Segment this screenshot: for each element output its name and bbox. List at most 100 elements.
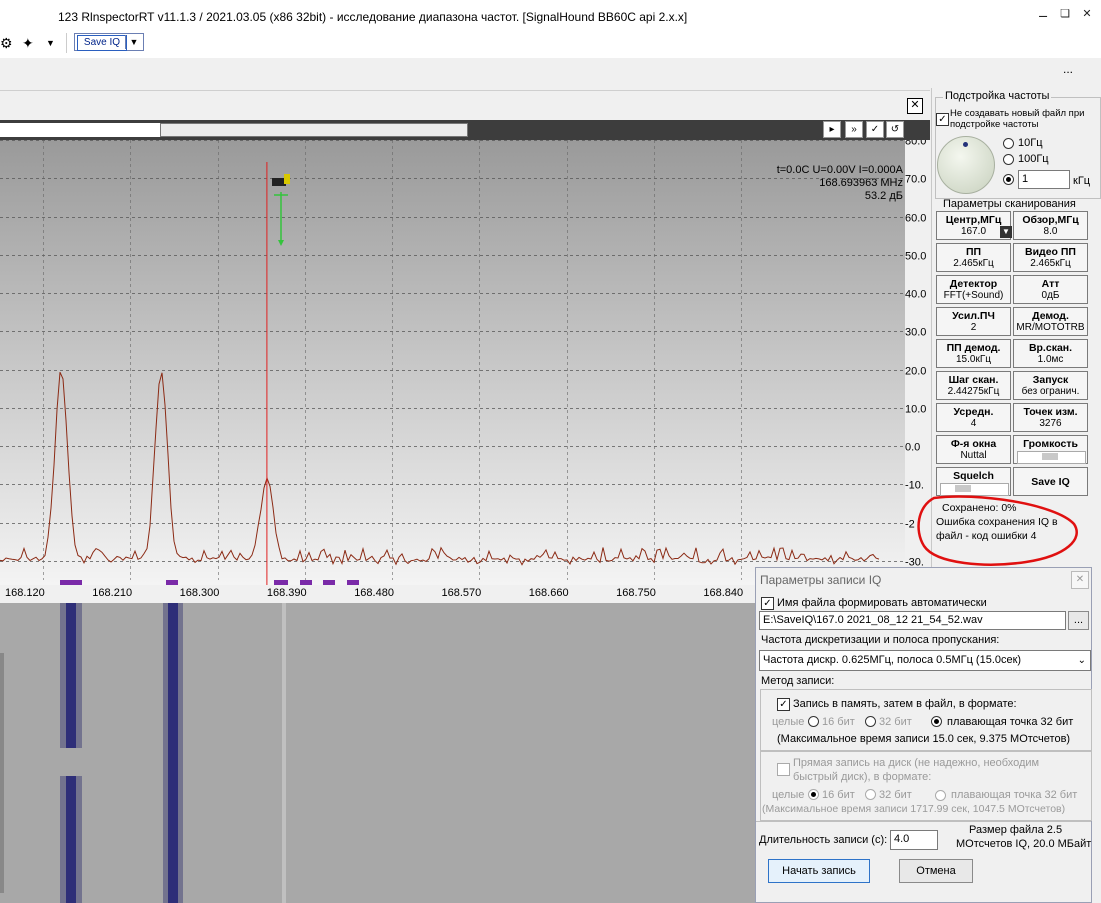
- disk-16bit-radio[interactable]: [808, 789, 819, 800]
- scan-button-5[interactable]: Детектор FFT(+Sound): [936, 275, 1011, 304]
- scan-button-value: 8.0: [1043, 226, 1058, 237]
- y-tick-label: -10.: [905, 480, 924, 492]
- x-tick-label: 168.480: [354, 587, 394, 599]
- disk-16bit-label: 16 бит: [822, 789, 855, 801]
- readout-line-3: 53.2 дБ: [865, 190, 903, 202]
- scan-button-7[interactable]: Усил.ПЧ 2: [936, 307, 1011, 336]
- restore-button[interactable]: ❏: [1058, 8, 1072, 20]
- waterfall-gap: [60, 748, 82, 776]
- fast-forward-icon[interactable]: »: [845, 121, 863, 138]
- spectrum-scroll-thumb[interactable]: [160, 123, 468, 137]
- save-iq-dropdown[interactable]: Save IQ ▼: [74, 33, 144, 51]
- scan-button-title: Усредн.: [953, 406, 994, 418]
- start-record-button[interactable]: Начать запись: [768, 859, 870, 883]
- scan-button-value: 3276: [1039, 418, 1062, 429]
- next-icon[interactable]: ▸: [823, 121, 841, 138]
- no-new-file-checkbox[interactable]: ✓: [936, 113, 949, 126]
- scan-button-12[interactable]: Запуск без огранич.: [1013, 371, 1088, 400]
- scan-button-6[interactable]: Атт 0дБ: [1013, 275, 1088, 304]
- browse-button[interactable]: ...: [1068, 611, 1089, 630]
- tuning-title: Подстройка частоты: [943, 90, 1052, 102]
- scan-button-11[interactable]: Шаг скан. 2.44275кГц: [936, 371, 1011, 400]
- scan-button-3[interactable]: ПП 2.465кГц: [936, 243, 1011, 272]
- scan-button-title: Видео ПП: [1025, 246, 1076, 258]
- scan-button-title: Squelch: [953, 470, 994, 482]
- mem-float32-radio[interactable]: [931, 716, 942, 727]
- volume-slider[interactable]: [1017, 451, 1086, 464]
- scan-button-4[interactable]: Видео ПП 2.465кГц: [1013, 243, 1088, 272]
- scan-button-10[interactable]: Вр.скан. 1.0мс: [1013, 339, 1088, 368]
- overflow-menu[interactable]: ...: [1063, 62, 1073, 76]
- dialog-title: Параметры записи IQ: [760, 573, 882, 587]
- save-iq-dropdown-label[interactable]: Save IQ: [77, 35, 127, 51]
- tuning-knob[interactable]: [937, 136, 995, 194]
- mem-16bit-label: 16 бит: [822, 716, 855, 728]
- y-tick-label: 60.0: [905, 213, 926, 225]
- chevron-down-icon[interactable]: ▼: [1000, 226, 1012, 238]
- auto-name-checkbox[interactable]: ✓: [761, 597, 774, 610]
- scan-button-8[interactable]: Демод. MR/MOTOTRB: [1013, 307, 1088, 336]
- slider-thumb[interactable]: [1042, 453, 1058, 460]
- sample-rate-label: Частота дискретизации и полоса пропускан…: [761, 634, 1000, 646]
- plot-background: [0, 140, 905, 585]
- reset-icon[interactable]: ↺: [886, 121, 904, 138]
- scan-button-18[interactable]: Save IQ: [1013, 467, 1088, 496]
- chevron-down-icon[interactable]: ▼: [46, 35, 55, 51]
- waterfall-chart: [0, 603, 286, 903]
- memory-method-checkbox[interactable]: ✓: [777, 698, 790, 711]
- sample-rate-select[interactable]: Частота дискр. 0.625МГц, полоса 0.5МГц (…: [759, 650, 1091, 671]
- disk-int-label: целые: [772, 789, 805, 801]
- spectrum-header: ✕: [0, 90, 930, 121]
- scan-button-2[interactable]: Обзор,МГц 8.0: [1013, 211, 1088, 240]
- mem-32bit-radio[interactable]: [865, 716, 876, 727]
- chevron-down-icon[interactable]: ▼: [125, 35, 142, 49]
- mem-float32-label: плавающая точка 32 бит: [947, 716, 1074, 728]
- step-10hz-radio[interactable]: [1003, 138, 1014, 149]
- cancel-button[interactable]: Отмена: [899, 859, 973, 883]
- scan-button-value: MR/MOTOTRB: [1016, 322, 1085, 333]
- scan-button-13[interactable]: Усредн. 4: [936, 403, 1011, 432]
- scan-button-title: Обзор,МГц: [1022, 214, 1079, 226]
- scan-button-15[interactable]: Ф-я окна Nuttal: [936, 435, 1011, 464]
- scan-button-value: 2.44275кГц: [947, 386, 1000, 397]
- scan-button-value: 2.465кГц: [1030, 258, 1071, 269]
- step-100hz-radio[interactable]: [1003, 154, 1014, 165]
- x-tick-label: 168.840: [703, 587, 744, 599]
- file-path-input[interactable]: E:\SaveIQ\167.0 2021_08_12 21_54_52.wav: [759, 611, 1066, 630]
- disk-32bit-radio[interactable]: [865, 789, 876, 800]
- duration-input[interactable]: 4.0: [890, 830, 938, 850]
- dialog-close-button[interactable]: ✕: [1071, 571, 1089, 589]
- step-custom-input[interactable]: 1: [1018, 170, 1070, 189]
- waterfall-signal-2-core: [168, 603, 178, 903]
- scan-button-17[interactable]: Squelch: [936, 467, 1011, 496]
- slider-thumb[interactable]: [955, 485, 971, 492]
- disk-method-checkbox[interactable]: [777, 763, 790, 776]
- int-format-label: целые: [772, 716, 805, 728]
- scan-button-value: 2.465кГц: [953, 258, 994, 269]
- chevron-down-icon[interactable]: ⌄: [1078, 651, 1086, 670]
- dialog-divider: [756, 821, 1091, 823]
- x-tick-label: 168.390: [266, 587, 307, 599]
- spectrum-plot[interactable]: 80.0 70.0 60.0 50.0 40.0 30.0 20.0 10.0 0.0 -10. -…: [0, 140, 930, 590]
- scan-button-title: Ф-я окна: [950, 438, 997, 450]
- scan-button-value: 2: [970, 322, 977, 333]
- waterfall-signal-3: [282, 603, 286, 903]
- step-custom-radio[interactable]: [1003, 174, 1014, 185]
- waterfall-display[interactable]: [0, 603, 755, 903]
- spectrum-chart[interactable]: 80.0 70.0 60.0 50.0 40.0 30.0 20.0 10.0 0.0 -10. -…: [0, 140, 930, 590]
- scan-button-16[interactable]: Громкость: [1013, 435, 1088, 464]
- file-size-line-1: Размер файла 2.5: [969, 824, 1063, 836]
- scan-button-14[interactable]: Точек изм. 3276: [1013, 403, 1088, 432]
- close-panel-button[interactable]: ✕: [907, 98, 923, 114]
- check-icon[interactable]: ✓: [866, 121, 884, 138]
- close-button[interactable]: ✕: [1080, 8, 1094, 20]
- minimize-button[interactable]: ⚊: [1036, 8, 1050, 20]
- mem-16bit-radio[interactable]: [808, 716, 819, 727]
- scan-button-9[interactable]: ПП демод. 15.0кГц: [936, 339, 1011, 368]
- scan-button-1[interactable]: Центр,МГц 167.0 ▼: [936, 211, 1012, 240]
- y-tick-label: 80.0: [905, 140, 926, 148]
- scan-button-value: 0дБ: [1041, 290, 1060, 301]
- settings-icon[interactable]: ⚙: [0, 35, 13, 51]
- disk-float32-radio[interactable]: [935, 790, 946, 801]
- antenna-icon[interactable]: ✦: [22, 35, 34, 51]
